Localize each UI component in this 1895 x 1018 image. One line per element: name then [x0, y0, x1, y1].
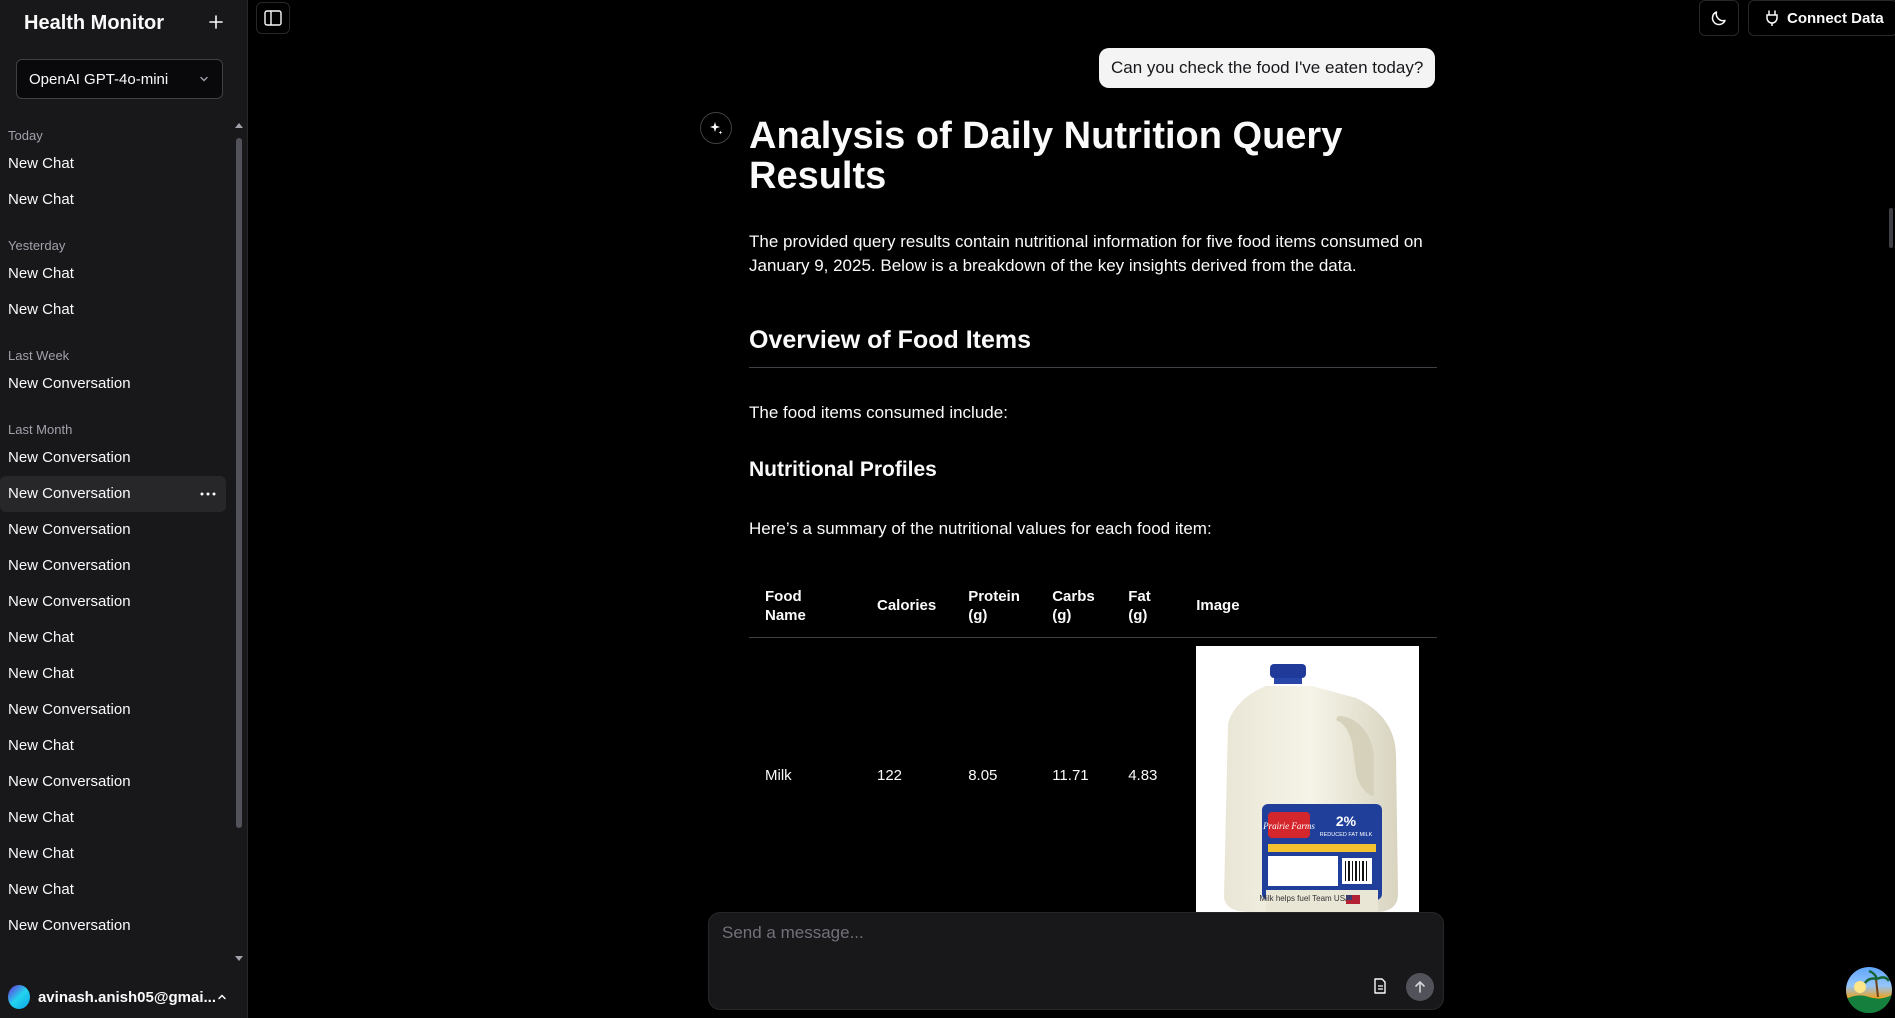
- plus-icon: [209, 15, 223, 29]
- chat-item[interactable]: New Conversation: [0, 692, 226, 728]
- assistant-avatar[interactable]: [1846, 967, 1892, 1013]
- new-chat-button[interactable]: [202, 8, 230, 36]
- group-label-last-week: Last Week: [8, 348, 70, 363]
- sidebar-toggle-button[interactable]: [256, 2, 290, 34]
- chat-item[interactable]: New Chat: [0, 836, 226, 872]
- connect-data-button[interactable]: Connect Data: [1748, 0, 1895, 36]
- chat-item-label: New Conversation: [8, 485, 131, 502]
- group-label-yesterday: Yesterday: [8, 238, 66, 253]
- cell-food-name: Milk: [765, 766, 792, 784]
- moon-icon: [1711, 11, 1726, 26]
- milk-type: REDUCED FAT MILK: [1320, 832, 1373, 838]
- connect-data-label: Connect Data: [1787, 9, 1884, 27]
- col-header-fat: Fat (g): [1112, 574, 1181, 638]
- send-button[interactable]: [1406, 973, 1434, 1001]
- milk-jug-illustration: Prairie Farms 2% REDUCED FAT MILK Milk h…: [1224, 664, 1399, 912]
- sidebar-header: Health Monitor: [24, 10, 224, 36]
- table-header-row: Food Name Calories Protein (g) Carbs (g)…: [749, 574, 1437, 638]
- table-row: Milk 122 8.05 11.71 4.83 Prairie Farms 2…: [749, 638, 1437, 912]
- overview-text: The food items consumed include:: [749, 403, 1008, 422]
- col-header-image: Image: [1180, 574, 1437, 638]
- cell-calories: 122: [877, 766, 903, 784]
- cell-carbs: 11.71: [1052, 766, 1089, 784]
- chat-item-active[interactable]: New Conversation: [0, 476, 226, 512]
- chat-item[interactable]: New Conversation: [0, 366, 226, 402]
- chat-item[interactable]: New Conversation: [0, 440, 226, 476]
- chat-item[interactable]: New Conversation: [0, 548, 226, 584]
- profiles-text: Here’s a summary of the nutritional valu…: [749, 519, 1212, 538]
- chat-history: Today New Chat New Chat Yesterday New Ch…: [0, 116, 232, 972]
- chat-item[interactable]: New Chat: [0, 656, 226, 692]
- sparkles-icon: [700, 112, 732, 144]
- chat-item[interactable]: New Chat: [0, 146, 226, 182]
- chat-item[interactable]: New Chat: [0, 292, 226, 328]
- arrow-up-icon: [1415, 981, 1425, 993]
- user-message-bubble: Can you check the food I've eaten today?: [1099, 48, 1436, 88]
- chat-item[interactable]: New Chat: [0, 182, 226, 218]
- theme-toggle-button[interactable]: [1699, 0, 1739, 36]
- chat-item[interactable]: New Conversation: [0, 512, 226, 548]
- chat-item[interactable]: New Chat: [0, 728, 226, 764]
- group-label-today: Today: [8, 128, 43, 143]
- message-input-placeholder[interactable]: Send a message...: [722, 923, 864, 943]
- chat-item[interactable]: New Chat: [0, 800, 226, 836]
- chat-item[interactable]: New Chat: [0, 256, 226, 292]
- file-icon: [1374, 978, 1386, 994]
- main-scrollbar-thumb[interactable]: [1889, 208, 1893, 248]
- col-header-protein: Protein (g): [952, 574, 1037, 638]
- plug-icon: [1765, 10, 1779, 26]
- chevron-up-icon: [216, 991, 228, 1003]
- profiles-heading: Nutritional Profiles: [749, 458, 937, 481]
- sidebar-scrollbar-thumb[interactable]: [236, 138, 242, 828]
- sidebar-scrollbar[interactable]: [233, 116, 245, 964]
- milk-percent: 2%: [1336, 813, 1357, 829]
- chevron-down-icon: [198, 73, 210, 85]
- overview-heading: Overview of Food Items: [749, 326, 1032, 354]
- attach-file-button[interactable]: [1369, 975, 1391, 997]
- model-selector[interactable]: OpenAI GPT-4o-mini: [16, 59, 223, 99]
- milk-brand: Prairie Farms: [1262, 821, 1315, 831]
- chat-item[interactable]: New Chat: [0, 872, 226, 908]
- group-label-last-month: Last Month: [8, 422, 73, 437]
- answer-intro: The provided query results contain nutri…: [749, 232, 1423, 275]
- scroll-up-icon[interactable]: [235, 122, 243, 130]
- answer-title: Analysis of Daily Nutrition Query Result…: [749, 115, 1343, 197]
- more-options-icon[interactable]: [200, 476, 216, 512]
- main-scrollbar[interactable]: [1887, 40, 1895, 910]
- scroll-down-icon[interactable]: [235, 954, 243, 962]
- sidebar-toggle-icon: [264, 10, 282, 26]
- cell-fat: 4.83: [1128, 766, 1158, 784]
- col-header-calories: Calories: [861, 574, 953, 638]
- nutrition-table: Food Name Calories Protein (g) Carbs (g)…: [749, 574, 1437, 912]
- cell-image: Prairie Farms 2% REDUCED FAT MILK Milk h…: [1180, 638, 1437, 912]
- avatar: [8, 985, 30, 1009]
- message-composer[interactable]: Send a message...: [708, 912, 1444, 1010]
- cell-protein: 8.05: [968, 766, 998, 784]
- chat-item[interactable]: New Conversation: [0, 908, 226, 944]
- col-header-food-name: Food Name: [749, 574, 861, 638]
- user-email: avinash.anish05@gmai...: [37, 988, 216, 1006]
- chat-item[interactable]: New Conversation: [0, 764, 226, 800]
- heading-divider: [749, 367, 1437, 368]
- sidebar: Health Monitor OpenAI GPT-4o-mini Today …: [0, 0, 248, 1018]
- app-title: Health Monitor: [24, 12, 164, 34]
- user-menu[interactable]: avinash.anish05@gmai...: [0, 976, 240, 1018]
- chat-item[interactable]: New Conversation: [0, 584, 226, 620]
- chat-item[interactable]: New Chat: [0, 620, 226, 656]
- model-selector-label: OpenAI GPT-4o-mini: [29, 70, 169, 88]
- milk-jug-image: Prairie Farms 2% REDUCED FAT MILK Milk h…: [1196, 646, 1420, 912]
- col-header-carbs: Carbs (g): [1036, 574, 1113, 638]
- milk-slogan: Milk helps fuel Team USA.: [1260, 894, 1353, 903]
